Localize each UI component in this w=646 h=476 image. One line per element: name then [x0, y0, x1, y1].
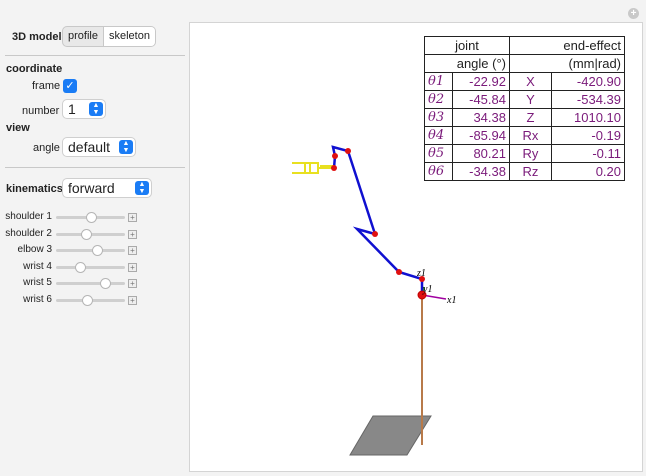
slider-label: shoulder 2 [5, 227, 52, 239]
coord-cell: Y [509, 90, 552, 109]
chevron-updown-icon: ▲ ▼ [119, 140, 133, 154]
theta-cell: θ4 [424, 126, 453, 145]
value-cell: 1010.10 [551, 108, 625, 127]
coordinate-heading: coordinate [6, 63, 63, 75]
table-row: θ2 -45.84 Y -534.39 [424, 90, 625, 109]
value-cell: -0.11 [551, 144, 625, 163]
table-row: θ3 34.38 Z 1010.10 [424, 108, 625, 127]
theta-cell: θ2 [424, 90, 453, 109]
number-select[interactable]: 1 ▲ ▼ [62, 99, 106, 119]
joint-unit: angle (°) [424, 54, 510, 73]
view-heading: view [6, 122, 30, 134]
coord-cell: Rx [509, 126, 552, 145]
model-toggle[interactable]: profile skeleton [62, 26, 156, 47]
joint-dot [332, 153, 338, 159]
angle-label: angle [33, 142, 60, 154]
kinematics-value: forward [68, 180, 115, 196]
slider-track[interactable] [56, 249, 125, 253]
value-cell: 0.20 [551, 162, 625, 181]
table-row: θ6 -34.38 Rz 0.20 [424, 162, 625, 181]
y-axis-label: y1 [422, 284, 432, 295]
end-effect-unit: (mm|rad) [509, 54, 625, 73]
slider-thumb[interactable] [92, 245, 104, 257]
slider-thumb[interactable] [74, 261, 86, 273]
expand-plus-icon[interactable]: + [128, 279, 137, 289]
profile-option[interactable]: profile [63, 27, 103, 46]
slider-label: wrist 5 [23, 277, 52, 289]
skeleton-option[interactable]: skeleton [102, 27, 155, 46]
joint-header: joint [424, 36, 510, 55]
frame-checkbox[interactable]: ✓ [63, 79, 77, 93]
expand-plus-icon[interactable]: + [128, 296, 137, 305]
slider-thumb[interactable] [80, 228, 92, 240]
coord-cell: X [509, 72, 552, 91]
table-row: θ4 -85.94 Rx -0.19 [424, 126, 625, 145]
table-unit-row: angle (°) (mm|rad) [424, 54, 625, 73]
base-plate [349, 415, 432, 456]
gripper [292, 162, 334, 174]
slider-thumb[interactable] [86, 212, 98, 223]
frame-label: frame [32, 80, 61, 92]
slider-thumb[interactable] [82, 295, 94, 306]
value-cell: -0.19 [551, 126, 625, 145]
joint-dot [331, 165, 337, 171]
theta-cell: θ1 [424, 72, 453, 91]
angle-cell: -85.94 [452, 126, 510, 145]
theta-cell: θ5 [424, 144, 453, 163]
joint-dot [396, 269, 402, 275]
expand-plus-icon[interactable]: + [128, 229, 137, 239]
angle-value: default [68, 139, 111, 155]
table-header-row: joint end-effect [424, 36, 625, 55]
number-label: number [22, 105, 60, 117]
angle-cell: -22.92 [452, 72, 510, 91]
divider [5, 167, 185, 168]
slider-track[interactable] [56, 265, 125, 269]
model-label: 3D model [12, 31, 62, 43]
expand-plus-icon[interactable]: + [128, 213, 137, 222]
slider-thumb[interactable] [99, 278, 111, 290]
table-row: θ5 80.21 Ry -0.11 [424, 144, 625, 163]
theta-cell: θ6 [424, 162, 453, 181]
coord-cell: Rz [509, 162, 552, 181]
value-cell: -534.39 [551, 90, 625, 109]
arm-skeleton [331, 145, 424, 295]
results-table: joint end-effect angle (°) (mm|rad) θ1 -2… [424, 36, 625, 181]
table-row: θ1 -22.92 X -420.90 [424, 72, 625, 91]
theta-cell: θ3 [424, 108, 453, 127]
slider-label: elbow 3 [17, 244, 52, 256]
end-effect-header: end-effect [509, 36, 625, 55]
kinematics-select[interactable]: forward ▲ ▼ [62, 178, 152, 198]
x-axis-label: x1 [446, 295, 456, 306]
slider-track[interactable] [56, 282, 125, 286]
slider-label: wrist 4 [23, 260, 52, 272]
number-value: 1 [68, 101, 76, 117]
angle-cell: 80.21 [452, 144, 510, 163]
joint-dot [372, 231, 378, 237]
angle-cell: -45.84 [452, 90, 510, 109]
kinematics-label: kinematics [6, 183, 63, 195]
chevron-updown-icon: ▲ ▼ [89, 102, 103, 116]
slider-label: shoulder 1 [5, 211, 52, 222]
angle-cell: 34.38 [452, 108, 510, 127]
checkmark-icon: ✓ [65, 80, 75, 92]
coord-cell: Z [509, 108, 552, 127]
divider [5, 55, 185, 56]
expand-plus-icon[interactable]: + [128, 262, 137, 272]
plus-icon[interactable]: + [628, 8, 639, 19]
slider-label: wrist 6 [23, 294, 52, 305]
coord-cell: Ry [509, 144, 552, 163]
angle-select[interactable]: default ▲ ▼ [62, 137, 136, 157]
value-cell: -420.90 [551, 72, 625, 91]
z-axis-label: z1 [416, 268, 426, 279]
expand-plus-icon[interactable]: + [128, 246, 137, 256]
joint-dot [345, 148, 351, 154]
angle-cell: -34.38 [452, 162, 510, 181]
chevron-updown-icon: ▲ ▼ [135, 181, 149, 195]
